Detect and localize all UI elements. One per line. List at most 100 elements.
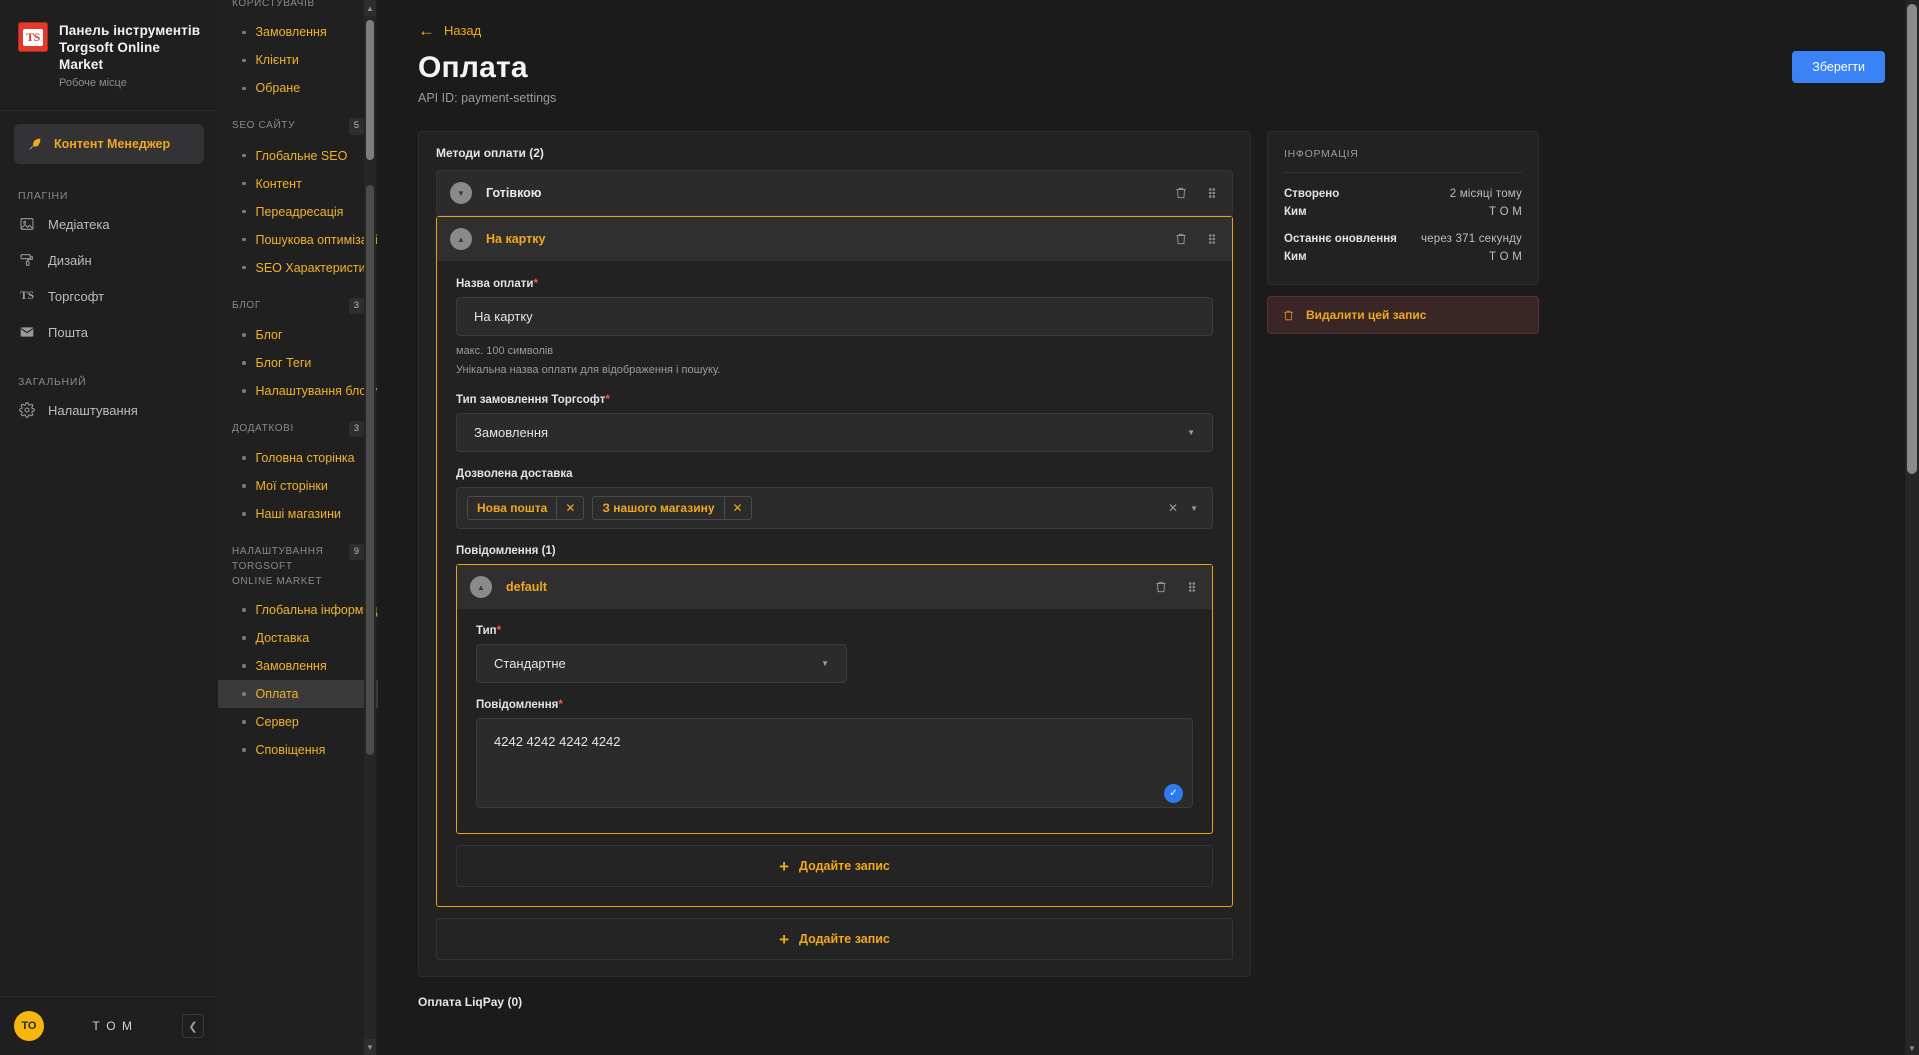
- tree-item-favorites[interactable]: Обране: [218, 74, 378, 102]
- payment-method-expanded: ▲ На картку Назва оплати* На картку макс…: [436, 216, 1233, 908]
- logo-text: TS: [23, 28, 43, 46]
- tree-item-delivery[interactable]: Доставка: [218, 624, 378, 652]
- tree-item-blog-tags[interactable]: Блог Теги: [218, 349, 378, 377]
- bullet-icon: [242, 484, 246, 488]
- delete-icon[interactable]: [1174, 186, 1188, 200]
- bullet-icon: [242, 636, 246, 640]
- tree-item-notifications[interactable]: Сповіщення: [218, 736, 378, 764]
- tree-item-clients[interactable]: Клієнти: [218, 46, 378, 74]
- tree-item-server[interactable]: Сервер: [218, 708, 378, 736]
- tree-group-badge: 9: [348, 544, 364, 561]
- chip-remove-icon[interactable]: ✕: [556, 497, 583, 520]
- clear-x-icon[interactable]: ✕: [1168, 501, 1178, 515]
- chevron-down-icon[interactable]: ▼: [450, 182, 472, 204]
- message-textarea[interactable]: [476, 718, 1193, 809]
- page-api-id: API ID: payment-settings: [418, 91, 557, 105]
- required-mark: *: [605, 394, 610, 406]
- chip-delivery[interactable]: З нашого магазину ✕: [592, 496, 752, 521]
- tree-item-label: Контент: [255, 176, 302, 191]
- sidebar-item-torgsoft[interactable]: TS Торгсофт: [0, 278, 218, 314]
- payment-methods-panel: Методи оплати (2) ▼ Готівкою ▲ На картку…: [418, 131, 1251, 978]
- info-key: Ким: [1284, 251, 1307, 263]
- sidebar-item-label: Дизайн: [48, 252, 92, 268]
- tree-item-content[interactable]: Контент: [218, 170, 378, 198]
- delete-icon[interactable]: [1174, 232, 1188, 246]
- chevron-down-icon[interactable]: ▼: [1190, 504, 1198, 513]
- delivery-multiselect[interactable]: Нова пошта ✕ З нашого магазину ✕ ✕ ▼: [456, 487, 1213, 530]
- save-button[interactable]: Зберегти: [1792, 51, 1885, 83]
- drag-handle-icon[interactable]: [1185, 580, 1199, 594]
- label-text: Назва оплати: [456, 278, 534, 290]
- tree-item-our-shops[interactable]: Наші магазини: [218, 500, 378, 528]
- tree-item-orders[interactable]: Замовлення: [218, 18, 378, 46]
- tree-item-orders-settings[interactable]: Замовлення: [218, 652, 378, 680]
- tree-scrollbar[interactable]: ▲ ▼: [364, 0, 376, 1055]
- tree-item-blog-settings[interactable]: Налаштування блогу: [218, 377, 378, 405]
- tree-item-label: Блог Теги: [255, 355, 312, 370]
- payment-name-hint-2: Унікальна назва оплати для відображення …: [456, 363, 721, 376]
- scroll-down-icon[interactable]: ▼: [1905, 1041, 1919, 1055]
- chevron-left-icon[interactable]: ❮: [182, 1014, 204, 1038]
- payment-method-collapsed[interactable]: ▼ Готівкою: [436, 170, 1233, 216]
- gear-icon: [18, 401, 36, 419]
- add-payment-method-button[interactable]: + Додайте запис: [436, 918, 1233, 961]
- sidebar-section-plugins-label: ПЛАГІНИ: [18, 190, 69, 203]
- tree-item-seo-characteristics[interactable]: SEO Характеристик: [218, 254, 378, 282]
- drag-handle-icon[interactable]: [1205, 232, 1219, 246]
- tree-group-badge: 3: [348, 297, 364, 314]
- payment-name-input[interactable]: [456, 297, 1213, 336]
- tree-item-label: Глобальне SEO: [255, 148, 348, 163]
- sidebar-item-design[interactable]: Дизайн: [0, 242, 218, 278]
- chevron-up-icon[interactable]: ▲: [450, 228, 472, 250]
- delete-record-label: Видалити цей запис: [1306, 308, 1427, 322]
- tree-item-label: Налаштування блогу: [255, 383, 378, 398]
- delivery-label: Дозволена доставка: [456, 468, 573, 480]
- tree-item-blog[interactable]: Блог: [218, 321, 378, 349]
- page-title: Оплата: [418, 51, 528, 84]
- info-row: Останнє оновлення через 371 секунду: [1284, 230, 1522, 248]
- bullet-icon: [242, 720, 246, 724]
- main-scrollbar[interactable]: ▲ ▼: [1905, 0, 1919, 1055]
- tree-item-global-info[interactable]: Глобальна інформація: [218, 596, 378, 624]
- message-card: ▲ default Тип* Стандартне ▼ Повідомлення…: [456, 564, 1213, 835]
- tree-item-payment[interactable]: Оплата: [218, 680, 378, 708]
- sidebar-item-label: Пошта: [48, 324, 89, 340]
- scroll-down-icon[interactable]: ▼: [364, 1039, 376, 1055]
- tree-item-global-seo[interactable]: Глобальне SEO: [218, 142, 378, 170]
- drag-handle-icon[interactable]: [1205, 186, 1219, 200]
- info-panel: ІНФОРМАЦІЯ Створено 2 місяці тому Ким Т …: [1267, 131, 1539, 285]
- delete-record-button[interactable]: Видалити цей запис: [1267, 296, 1539, 334]
- message-type-value: Стандартне: [494, 656, 566, 672]
- scrollbar-thumb[interactable]: [366, 20, 374, 160]
- order-type-select[interactable]: Замовлення ▼: [456, 413, 1213, 452]
- tree-group-header: НАЛАШТУВАННЯ TORGSOFT ONLINE MARKET 9: [218, 528, 378, 596]
- avatar[interactable]: ТО: [14, 1011, 44, 1041]
- scrollbar-thumb[interactable]: [1907, 4, 1917, 474]
- tree-group-label: НАЛАШТУВАННЯ TORGSOFT ONLINE MARKET: [232, 546, 324, 587]
- scroll-up-icon[interactable]: ▲: [364, 0, 376, 16]
- back-button[interactable]: ← Назад: [418, 16, 481, 39]
- sidebar-item-settings[interactable]: Налаштування: [0, 392, 218, 428]
- tree-item-redirects[interactable]: Переадресація: [218, 198, 378, 226]
- tree-nav: ТОВАРІВ 3 Усі значення Усі характеристик…: [218, 0, 378, 804]
- tree-item-home-page[interactable]: Головна сторінка: [218, 444, 378, 472]
- sidebar-item-media-library[interactable]: Медіатека: [0, 206, 218, 242]
- sidebar-item-content-manager[interactable]: Контент Менеджер: [14, 124, 204, 165]
- tree-group-badge: 5: [348, 118, 364, 135]
- tree-item-search-optimization[interactable]: Пошукова оптимізація: [218, 226, 378, 254]
- chip-delivery[interactable]: Нова пошта ✕: [467, 496, 585, 521]
- tree-item-label: Замовлення: [255, 659, 327, 673]
- tree-group-label: БЛОГ: [232, 299, 261, 311]
- tree-item-my-pages[interactable]: Мої сторінки: [218, 472, 378, 500]
- scrollbar-track-segment[interactable]: [366, 185, 374, 755]
- delete-icon[interactable]: [1154, 580, 1168, 594]
- info-value: Т О М: [1489, 251, 1522, 263]
- sidebar-item-mail[interactable]: Пошта: [0, 314, 218, 350]
- bullet-icon: [242, 512, 246, 516]
- chip-remove-icon[interactable]: ✕: [723, 497, 751, 520]
- tree-item-label: Головна сторінка: [255, 451, 355, 465]
- app-root: TS Панель інструментів Torgsoft Online M…: [0, 0, 1919, 1055]
- message-type-select[interactable]: Стандартне ▼: [476, 644, 847, 684]
- chevron-up-icon[interactable]: ▲: [470, 576, 492, 599]
- add-message-button[interactable]: + Додайте запис: [456, 845, 1213, 888]
